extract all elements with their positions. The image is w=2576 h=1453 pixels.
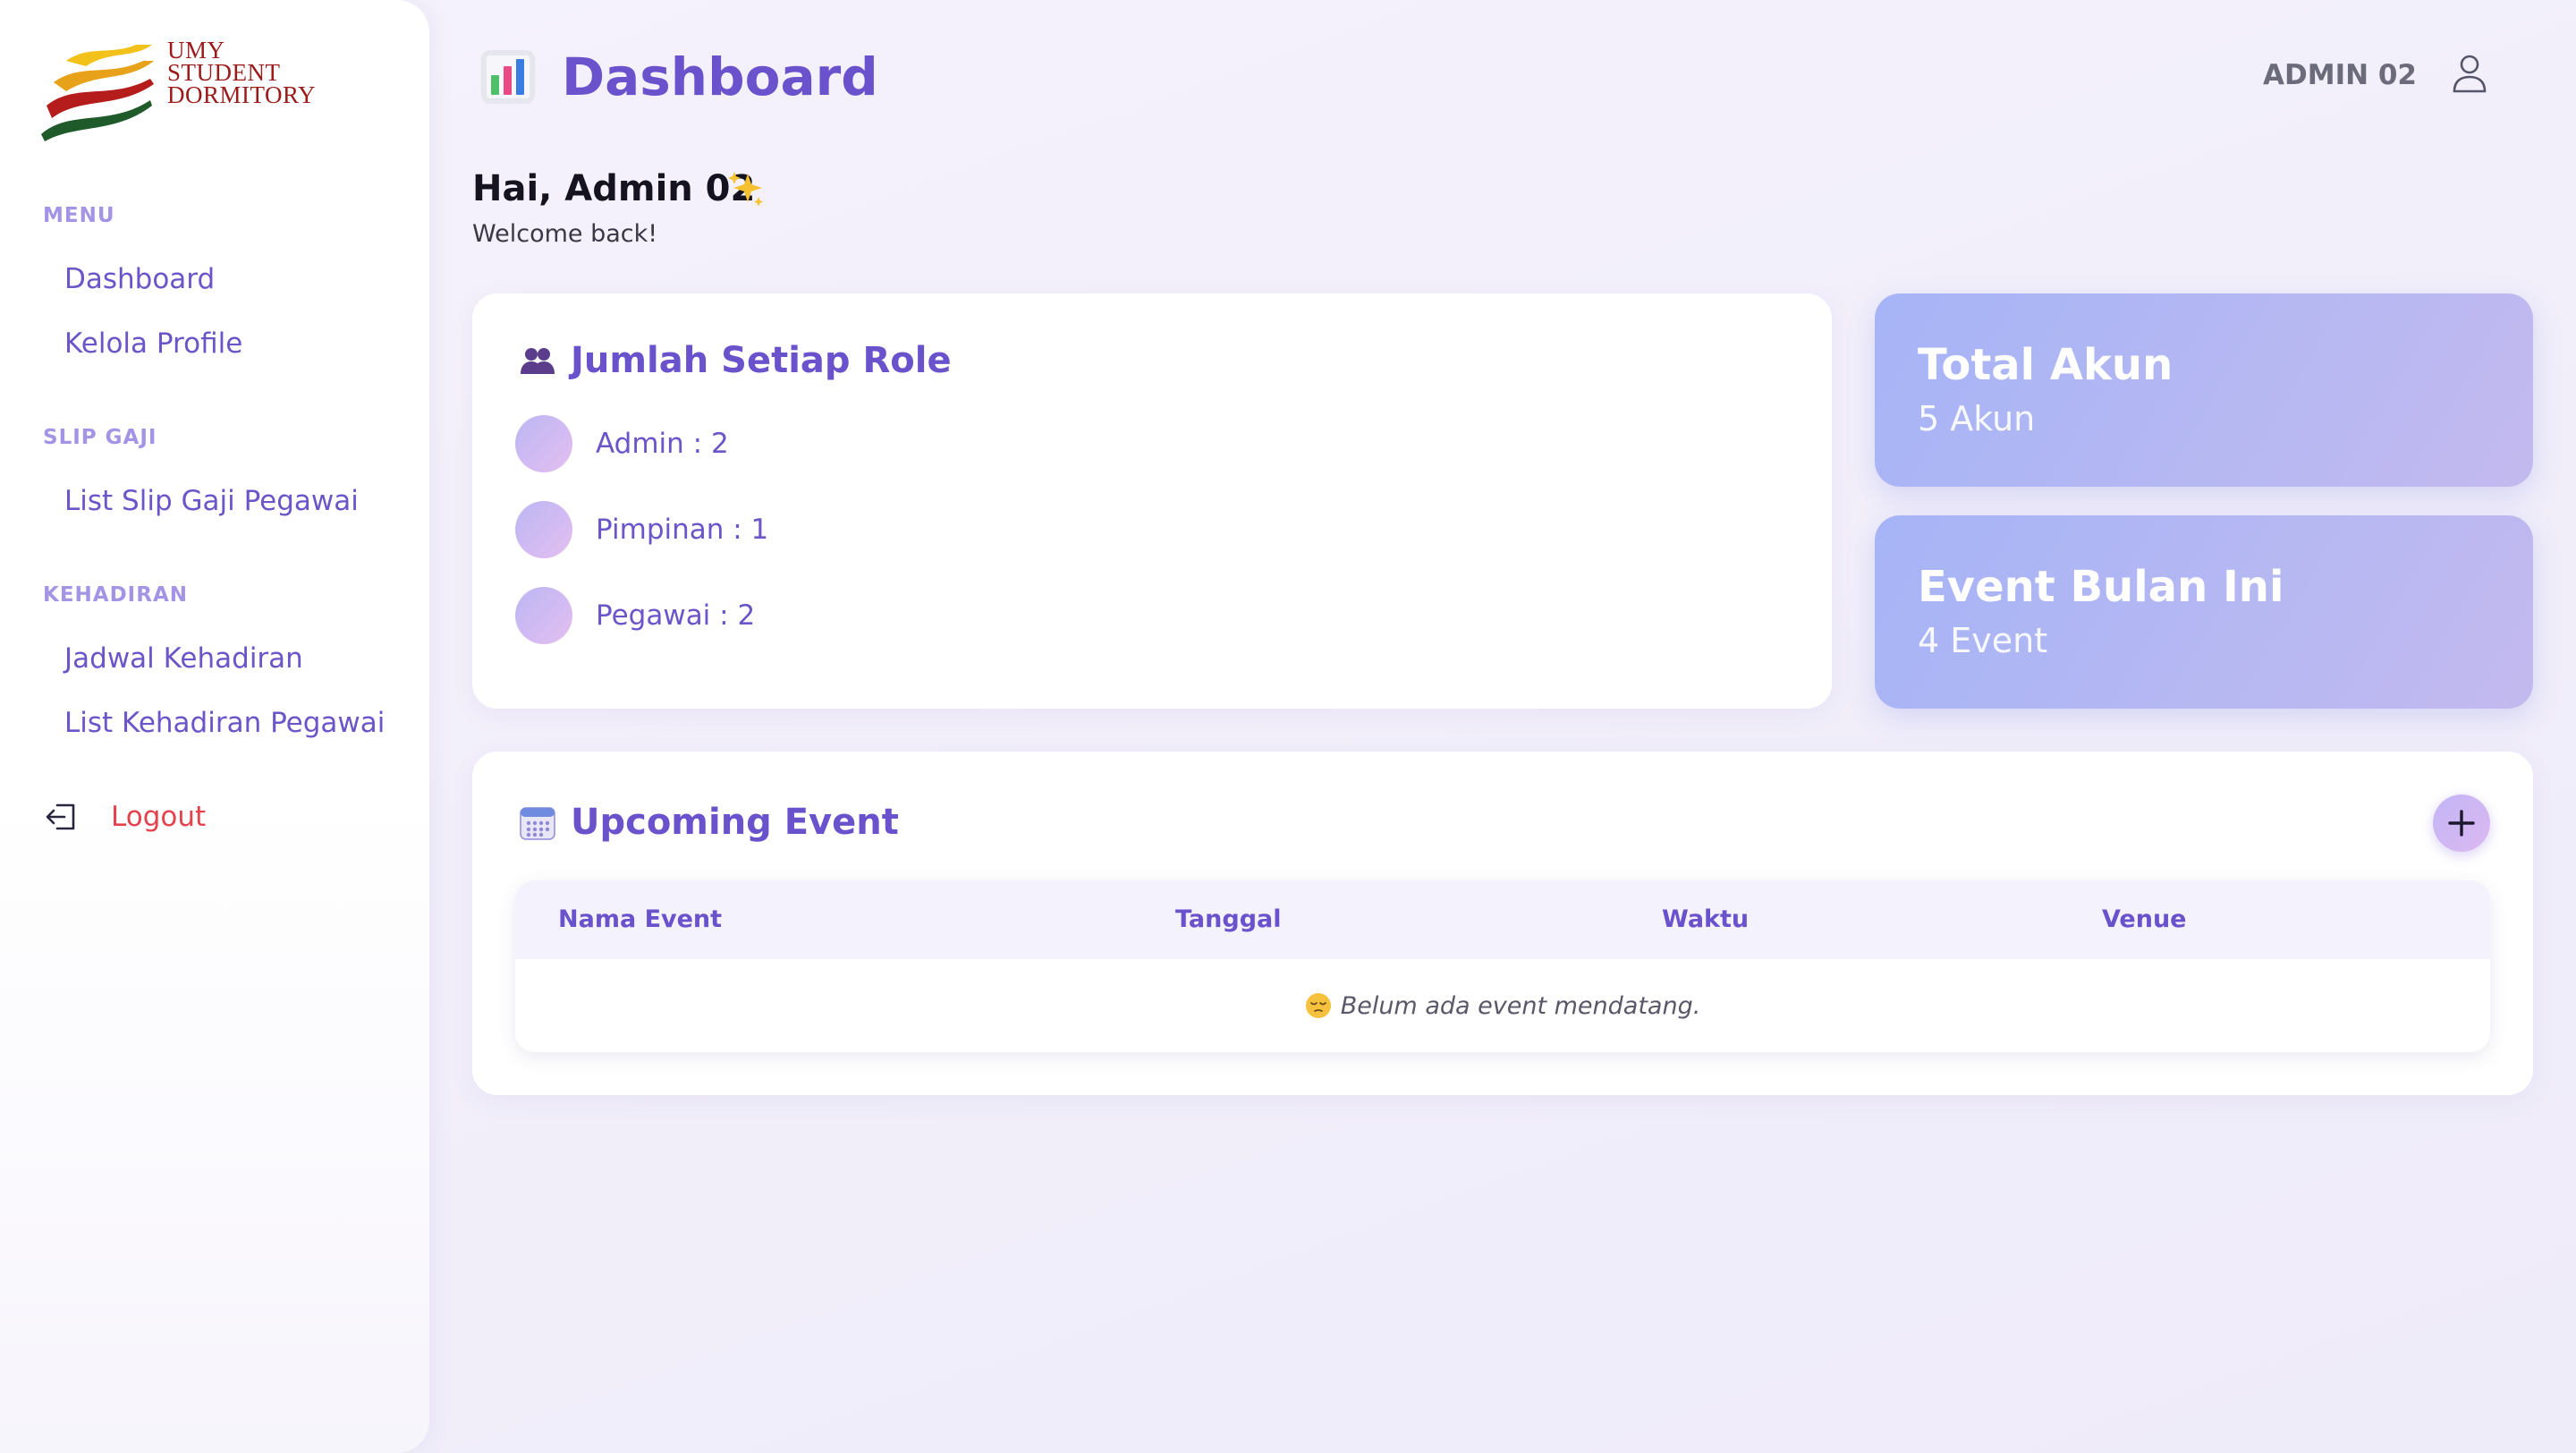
- section-title-slip-gaji: SLIP GAJI: [43, 426, 157, 449]
- app-root: UMY STUDENT DORMITORY MENU Dashboard Kel…: [0, 0, 2576, 1453]
- column-header-waktu[interactable]: Waktu: [1662, 905, 1749, 933]
- role-dot: [515, 501, 572, 558]
- column-header-tanggal[interactable]: Tanggal: [1175, 905, 1282, 933]
- logo-flag-icon: [41, 45, 154, 141]
- events-table: Nama Event Tanggal Waktu Venue Belum ada…: [515, 880, 2490, 1052]
- logo[interactable]: UMY STUDENT DORMITORY: [39, 36, 326, 147]
- sleepy-face-icon: [1305, 993, 1331, 1018]
- logout-label: Logout: [111, 801, 207, 833]
- roles-card-header: Jumlah Setiap Role: [519, 340, 952, 381]
- user-icon[interactable]: [2451, 52, 2488, 93]
- stat-title: Event Bulan Ini: [1918, 562, 2284, 612]
- role-label: Pegawai : 2: [596, 599, 756, 632]
- stat-title: Total Akun: [1918, 340, 2174, 390]
- plus-icon: [2448, 810, 2475, 837]
- role-label: Pimpinan : 1: [596, 514, 769, 546]
- calendar-icon: [520, 807, 555, 840]
- sidebar-item-jadwal-kehadiran[interactable]: Jadwal Kehadiran: [64, 642, 303, 675]
- events-empty-message: Belum ada event mendatang.: [1340, 991, 1701, 1020]
- role-item-admin: Admin : 2: [515, 415, 729, 472]
- roles-card: Jumlah Setiap Role Admin : 2 Pimpinan : …: [472, 293, 1832, 709]
- upcoming-event-header: Upcoming Event: [519, 802, 899, 843]
- users-icon: [521, 348, 555, 374]
- roles-card-title: Jumlah Setiap Role: [571, 340, 952, 381]
- page-title: Dashboard: [562, 47, 878, 107]
- role-dot: [515, 587, 572, 644]
- bar-chart-icon: [481, 50, 535, 104]
- page-header: Dashboard: [479, 47, 878, 107]
- stat-value: 5 Akun: [1918, 399, 2036, 438]
- column-header-venue[interactable]: Venue: [2102, 905, 2187, 933]
- events-table-header: Nama Event Tanggal Waktu Venue: [515, 880, 2490, 959]
- add-event-button[interactable]: [2433, 794, 2490, 852]
- role-item-pegawai: Pegawai : 2: [515, 587, 755, 644]
- sidebar-item-kelola-profile[interactable]: Kelola Profile: [64, 327, 242, 360]
- upcoming-event-title: Upcoming Event: [571, 802, 899, 843]
- sparkles-icon: [728, 172, 763, 207]
- sidebar-item-list-slip-gaji[interactable]: List Slip Gaji Pegawai: [64, 485, 359, 517]
- logo-text: UMY STUDENT DORMITORY: [167, 38, 317, 108]
- stat-card-total-akun[interactable]: Total Akun 5 Akun: [1875, 293, 2533, 487]
- greeting-title: Hai, Admin 02: [472, 168, 756, 209]
- section-title-kehadiran: KEHADIRAN: [43, 583, 188, 607]
- sidebar-item-list-kehadiran[interactable]: List Kehadiran Pegawai: [64, 707, 385, 739]
- user-name[interactable]: ADMIN 02: [2263, 59, 2417, 91]
- sidebar-item-dashboard[interactable]: Dashboard: [64, 263, 215, 295]
- sidebar: UMY STUDENT DORMITORY MENU Dashboard Kel…: [0, 0, 429, 1453]
- stat-card-event-bulan-ini[interactable]: Event Bulan Ini 4 Event: [1875, 515, 2533, 709]
- logo-line-3: DORMITORY: [167, 81, 317, 108]
- logout-button[interactable]: Logout: [43, 794, 206, 839]
- stat-value: 4 Event: [1918, 621, 2048, 660]
- role-label: Admin : 2: [596, 428, 729, 460]
- logout-icon: [46, 803, 75, 830]
- role-item-pimpinan: Pimpinan : 1: [515, 501, 768, 558]
- column-header-nama-event[interactable]: Nama Event: [558, 905, 722, 933]
- greeting-subtitle: Welcome back!: [472, 220, 658, 248]
- events-empty-row: Belum ada event mendatang.: [515, 959, 2490, 1052]
- section-title-menu: MENU: [43, 204, 115, 227]
- role-dot: [515, 415, 572, 472]
